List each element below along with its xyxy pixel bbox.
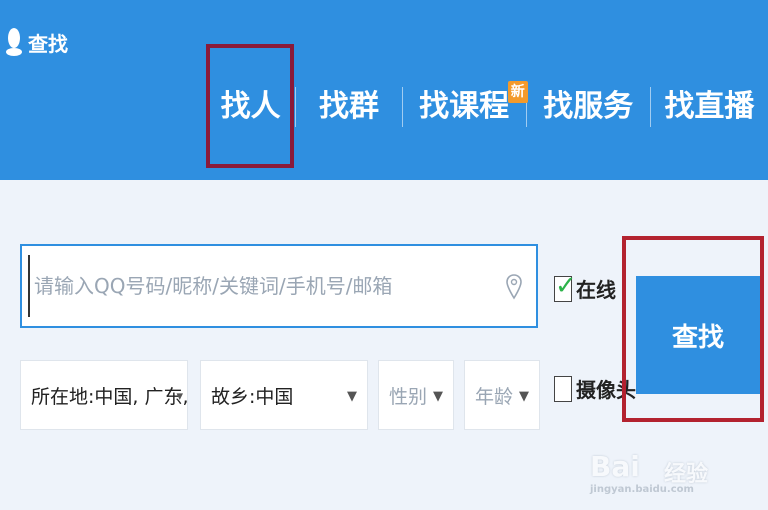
tab-find-courses[interactable]: 找课程 新 xyxy=(403,77,528,137)
chevron-down-icon: ▾ xyxy=(176,389,183,404)
find-button[interactable]: 查找 xyxy=(636,276,760,394)
online-label: 在线 xyxy=(576,278,616,302)
online-checkbox[interactable] xyxy=(554,271,577,302)
tab-find-services[interactable]: 找服务 xyxy=(527,77,650,137)
location-dropdown[interactable]: 所在地:中国, 广东, 韶关 ▾ xyxy=(20,360,188,430)
baidu-watermark: Bai 经验 jingyan.baidu.com xyxy=(590,436,750,496)
tab-label: 找课程 xyxy=(419,89,510,124)
highlight-frame-tab xyxy=(206,44,294,168)
search-input[interactable] xyxy=(28,255,506,317)
tab-find-live[interactable]: 找直播 xyxy=(651,77,768,137)
watermark-text: Bai xyxy=(590,450,640,483)
chevron-down-icon: ▼ xyxy=(519,389,529,404)
chevron-down-icon: ▼ xyxy=(347,389,357,404)
qq-penguin-icon xyxy=(6,28,22,56)
chevron-down-icon: ▼ xyxy=(433,389,443,404)
hometown-value: 故乡:中国 xyxy=(211,385,294,408)
camera-checkbox[interactable] xyxy=(554,375,572,402)
gender-value: 性别 xyxy=(389,385,428,408)
age-dropdown[interactable]: 年龄 ▼ xyxy=(464,360,540,430)
tab-label: 找直播 xyxy=(664,89,755,124)
location-value: 所在地:中国, 广东, 韶关 xyxy=(31,385,187,408)
app-title-text: 查找 xyxy=(28,31,68,56)
online-filter[interactable]: 在线 xyxy=(554,271,616,303)
app-title: 查找 xyxy=(6,26,68,58)
location-pin-icon[interactable] xyxy=(506,274,522,300)
new-badge: 新 xyxy=(507,81,528,103)
gender-dropdown[interactable]: 性别 ▼ xyxy=(378,360,454,430)
tab-label: 找服务 xyxy=(543,89,634,124)
header-bar: 查找 找人 找群 找课程 新 找服务 找直播 xyxy=(0,0,768,203)
age-value: 年龄 xyxy=(475,385,514,408)
tab-find-groups[interactable]: 找群 xyxy=(296,77,401,137)
tab-label: 找群 xyxy=(318,89,379,124)
watermark-url: jingyan.baidu.com xyxy=(590,484,694,495)
hometown-dropdown[interactable]: 故乡:中国 ▼ xyxy=(200,360,368,430)
search-box xyxy=(20,244,538,328)
